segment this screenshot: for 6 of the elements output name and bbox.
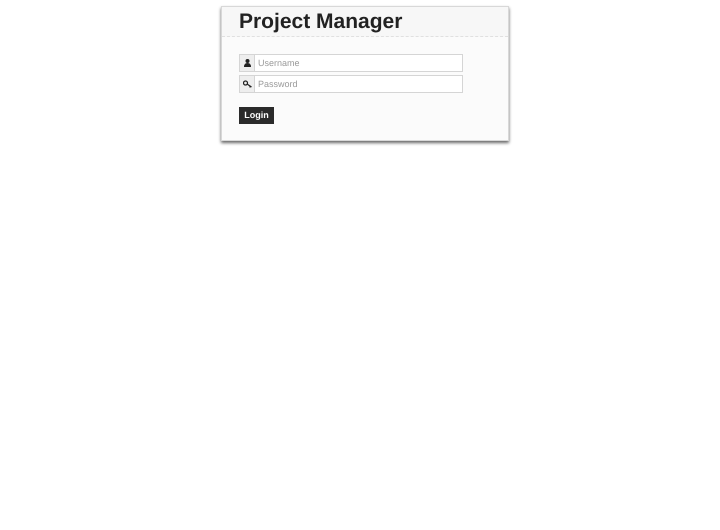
key-icon	[242, 80, 252, 88]
card-title: Project Manager	[239, 11, 402, 32]
input-field[interactable]: Password	[255, 75, 463, 93]
user-icon	[244, 59, 250, 67]
login-button[interactable]: Login	[239, 107, 274, 124]
input-field[interactable]: Username	[255, 54, 463, 72]
